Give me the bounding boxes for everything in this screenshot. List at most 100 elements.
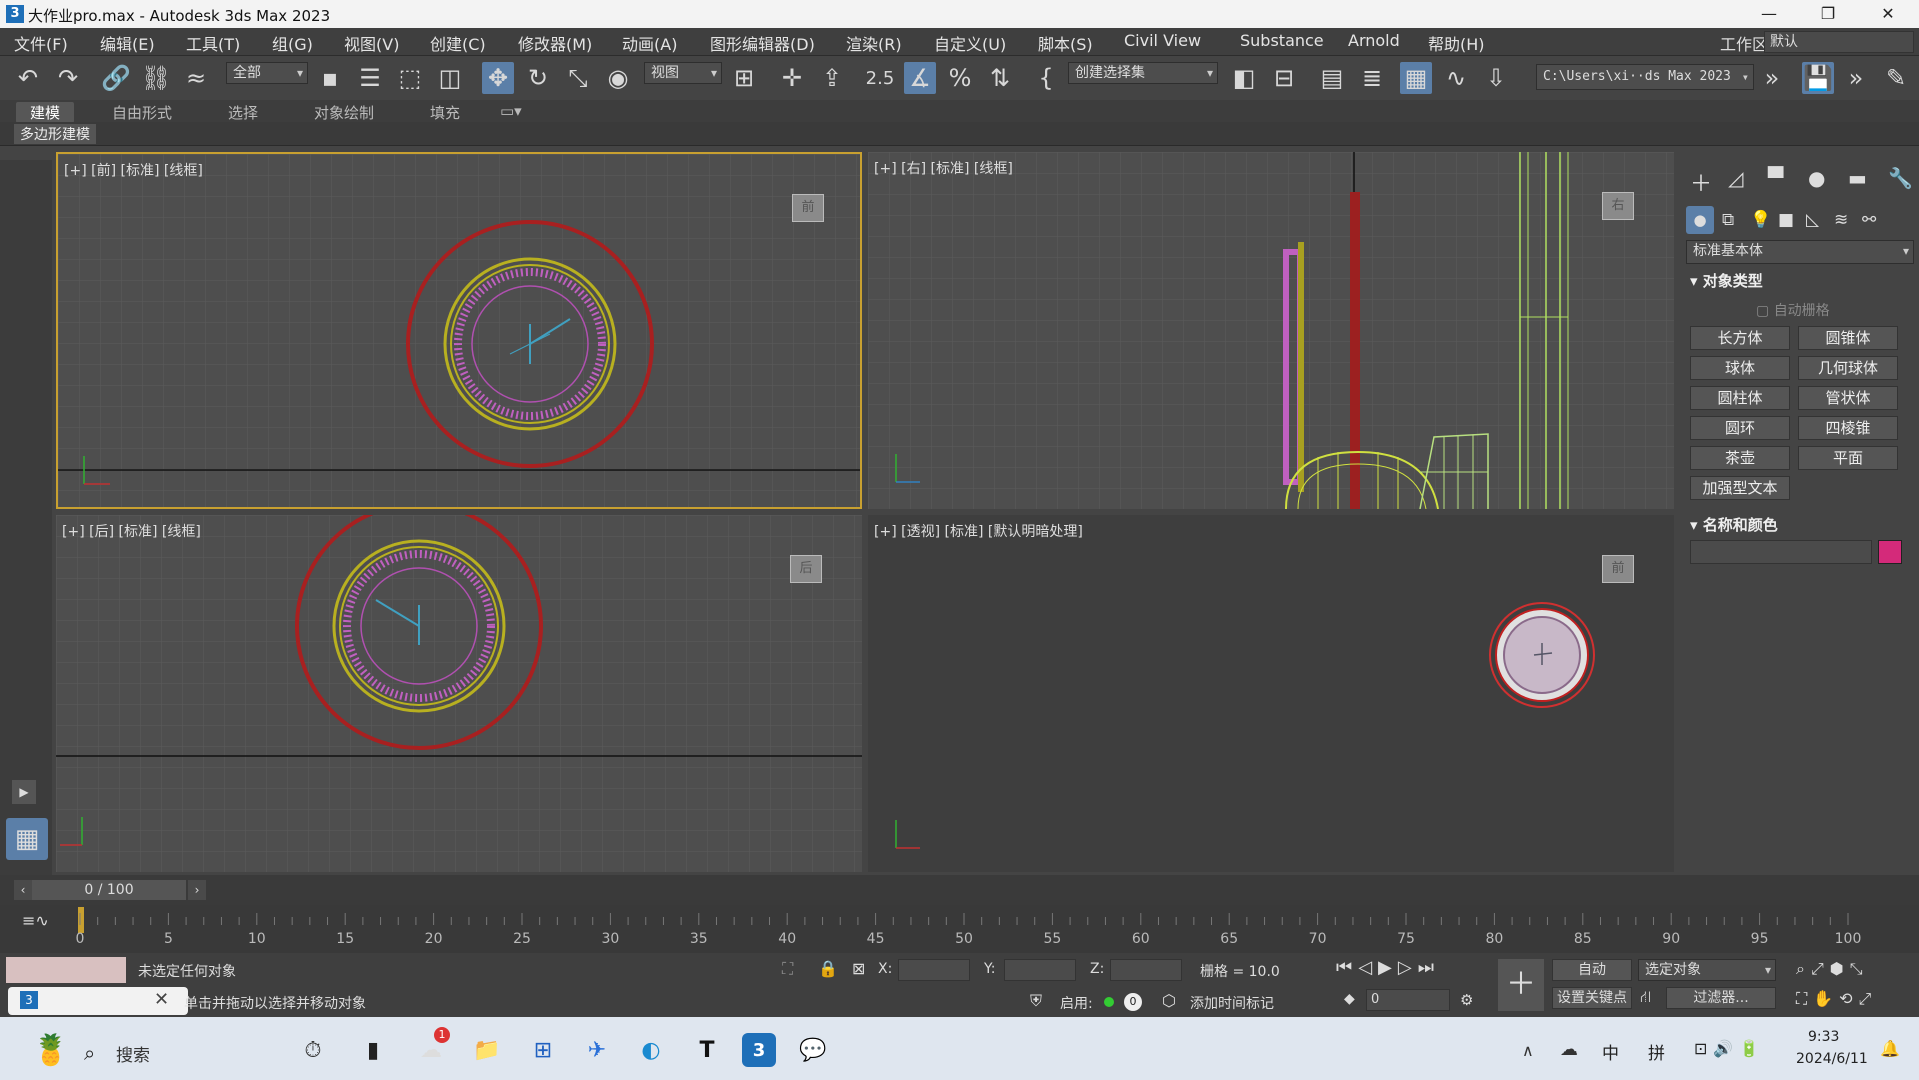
helpers-icon[interactable]: ◺ [1806,210,1819,230]
maximize-button[interactable]: ❐ [1805,0,1851,28]
object-color-swatch[interactable] [1878,540,1902,564]
viewport-layout-icon[interactable]: ▦ [6,818,48,860]
plane-button[interactable]: 平面 [1798,446,1898,470]
front-viewport-label[interactable]: [+] [前] [标准] [线框] [64,160,203,180]
viewport-right[interactable]: [+] [右] [标准] [线框] 右 [868,152,1674,509]
pineapple-widget-icon[interactable]: 🍍 [24,1033,78,1068]
box-button[interactable]: 长方体 [1690,326,1790,350]
clock-time[interactable]: 9:33 [1808,1029,1839,1045]
playback-controls[interactable]: ⏮◁▶▷⏭ [1336,957,1440,978]
cameras-icon[interactable]: ■ [1778,210,1794,230]
menu-file[interactable]: 文件(F) [14,31,68,55]
key-mode-icon[interactable]: ◆ [1344,991,1355,1007]
tab-object-paint[interactable]: 对象绘制 [314,102,374,123]
brush-icon[interactable]: ✎ [1880,62,1912,94]
lights-icon[interactable]: 💡 [1750,210,1771,230]
time-config-icon[interactable]: ⚙ [1460,991,1473,1009]
edge-icon[interactable]: ◐ [634,1033,668,1067]
sphere-button[interactable]: 球体 [1690,356,1790,380]
onedrive-icon[interactable]: ☁ [1560,1039,1578,1060]
name-color-header[interactable]: ▾ 名称和颜色 [1690,514,1778,535]
snap-toggle-icon[interactable]: 2.5 [864,62,896,94]
modify-tab-icon[interactable]: ◿ [1728,166,1743,190]
cone-button[interactable]: 圆锥体 [1798,326,1898,350]
select-rotate-icon[interactable]: ↻ [522,62,554,94]
menu-civil-view[interactable]: Civil View [1124,31,1201,50]
selection-filter-dropdown[interactable]: 全部 [226,62,308,84]
minimize-button[interactable]: — [1746,0,1792,28]
ribbon-toggle-icon[interactable]: ▦ [1400,62,1432,94]
tray-icons[interactable]: ⊡🔊🔋 [1694,1039,1765,1058]
nav-controls-top[interactable]: ⌕⤢⬢⤡ [1796,959,1869,979]
menu-customize[interactable]: 自定义(U) [934,31,1006,55]
spacewarps-icon[interactable]: ≋ [1834,210,1848,230]
viewcube-right[interactable]: 右 [1602,192,1634,220]
absolute-mode-icon[interactable]: ⊠ [852,959,865,978]
selected-filter-dropdown[interactable]: 选定对象 [1638,959,1776,981]
systems-icon[interactable]: ⚯ [1862,210,1876,230]
tab-selection[interactable]: 选择 [228,102,258,123]
menu-tools[interactable]: 工具(T) [186,31,240,55]
tab-populate[interactable]: 填充 [430,102,460,123]
tube-button[interactable]: 管状体 [1798,386,1898,410]
menu-view[interactable]: 视图(V) [344,31,399,55]
viewport-perspective[interactable]: [+] [透视] [标准] [默认明暗处理] 前 [868,515,1674,872]
menu-modifiers[interactable]: 修改器(M) [518,31,592,55]
search-box[interactable]: 搜索 [116,1041,150,1066]
curve-editor-icon[interactable]: ∿ [1440,62,1472,94]
ime-mode[interactable]: 中 [1602,1039,1619,1064]
next-frame-icon[interactable]: › [188,880,206,900]
more-tools-icon[interactable]: » [1756,62,1788,94]
viewcube-perspective[interactable]: 前 [1602,555,1634,583]
select-scale-icon[interactable]: ⤡ [562,62,594,94]
menu-create[interactable]: 创建(C) [430,31,486,55]
menu-help[interactable]: 帮助(H) [1428,31,1485,55]
motion-tab-icon[interactable]: ● [1808,166,1825,190]
prev-frame-icon[interactable]: ‹ [14,880,32,900]
current-frame-input[interactable]: 0 [1366,989,1450,1011]
scene-explorer-icon[interactable]: ▤ [1316,62,1348,94]
cylinder-button[interactable]: 圆柱体 [1690,386,1790,410]
tab-modeling[interactable]: 建模 [16,102,75,123]
menu-scripting[interactable]: 脚本(S) [1038,31,1093,55]
select-place-icon[interactable]: ◉ [602,62,634,94]
schematic-view-icon[interactable]: ⇩ [1480,62,1512,94]
wechat-icon[interactable]: 💬 [796,1033,830,1067]
preview-close-icon[interactable]: ✕ [154,989,169,1010]
keyboard-shortcut-icon[interactable]: ⇪ [816,62,848,94]
viewport-back[interactable]: [+] [后] [标准] [线框] 后 [56,515,862,872]
ribbon-options-icon[interactable]: ▭▾ [500,102,522,120]
adaptive-degradation-icon[interactable]: ⛨ [1030,991,1042,1011]
pivot-center-icon[interactable]: ⊞ [728,62,760,94]
object-name-input[interactable] [1690,540,1872,564]
track-bar[interactable]: ≡∿ 0 5 10 15 20 25 30 35 40 45 50 55 60 65 70 75 80 85 90 9… [0,905,1919,953]
filters-button[interactable]: 过滤器... [1666,987,1776,1009]
task-view-icon[interactable]: ▮ [356,1033,390,1067]
select-manipulate-icon[interactable]: ✛ [776,62,808,94]
redo-icon[interactable]: ↷ [52,62,84,94]
menu-group[interactable]: 组(G) [272,31,313,55]
right-viewport-label[interactable]: [+] [右] [标准] [线框] [874,158,1013,178]
close-button[interactable]: ✕ [1865,0,1911,28]
taskbar-preview-popup[interactable]: 3 ✕ [8,987,188,1015]
hierarchy-tab-icon[interactable]: ▀ [1768,166,1783,190]
lock-icon[interactable]: 🔒 [818,959,838,978]
select-by-name-icon[interactable]: ☰ [354,62,386,94]
layer-explorer-icon[interactable]: ≣ [1356,62,1388,94]
bind-spacewarp-icon[interactable]: ≈ [180,62,212,94]
textplus-button[interactable]: 加强型文本 [1690,476,1790,500]
workspace-dropdown[interactable]: 默认 [1764,31,1914,53]
link-icon[interactable]: 🔗 [100,62,132,94]
menu-graph-editors[interactable]: 图形编辑器(D) [710,31,815,55]
unlink-icon[interactable]: ⛓ [140,62,172,94]
back-viewport-label[interactable]: [+] [后] [标准] [线框] [62,521,201,541]
menu-rendering[interactable]: 渲染(R) [846,31,902,55]
key-filters-icon[interactable]: ⛙ [1640,987,1651,1008]
clock-date[interactable]: 2024/6/11 [1796,1051,1868,1067]
rect-selection-icon[interactable]: ⬚ [394,62,426,94]
teapot-button[interactable]: 茶壶 [1690,446,1790,470]
y-coord-input[interactable] [1004,959,1076,981]
category-dropdown[interactable]: 标准基本体 [1686,240,1914,264]
store-icon[interactable]: ⊞ [526,1033,560,1067]
perspective-viewport-label[interactable]: [+] [透视] [标准] [默认明暗处理] [874,521,1083,541]
